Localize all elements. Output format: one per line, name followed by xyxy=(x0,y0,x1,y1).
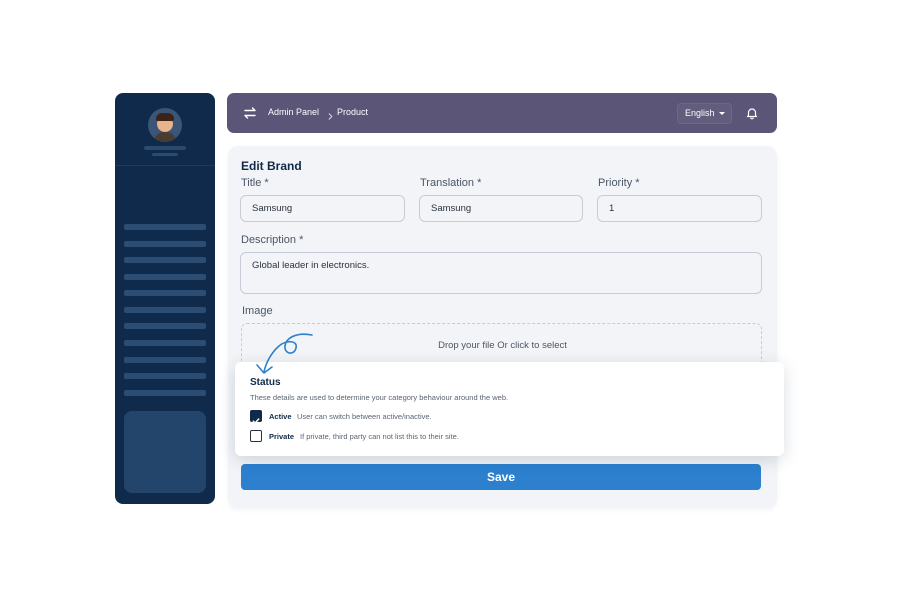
page-title: Edit Brand xyxy=(241,159,302,173)
sidebar-item[interactable] xyxy=(124,224,206,230)
breadcrumb-product[interactable]: Product xyxy=(337,107,368,118)
status-panel: Status These details are used to determi… xyxy=(235,362,784,456)
sidebar-item[interactable] xyxy=(124,323,206,329)
active-label: Active xyxy=(269,412,292,421)
sidebar-item[interactable] xyxy=(124,373,206,379)
image-label: Image xyxy=(242,305,273,317)
description-label: Description * xyxy=(241,234,304,246)
arrow-doodle-icon xyxy=(256,333,313,374)
sidebar-item[interactable] xyxy=(124,340,206,346)
sidebar-item[interactable] xyxy=(124,307,206,313)
sidebar-item[interactable] xyxy=(124,241,206,247)
language-select[interactable]: English xyxy=(677,103,732,124)
active-option[interactable]: Active User can switch between active/in… xyxy=(250,410,550,424)
check-icon xyxy=(252,412,260,424)
title-input[interactable]: Samsung xyxy=(240,195,405,222)
translation-label: Translation * xyxy=(420,177,482,189)
private-checkbox[interactable] xyxy=(250,430,262,442)
private-option[interactable]: Private If private, third party can not … xyxy=(250,430,550,443)
chevron-right-icon xyxy=(326,108,335,120)
top-header: Admin Panel Product English xyxy=(227,93,777,133)
bell-icon[interactable] xyxy=(745,106,759,120)
priority-label: Priority * xyxy=(598,177,640,189)
sidebar-item[interactable] xyxy=(124,357,206,363)
private-hint: If private, third party can not list thi… xyxy=(300,432,459,441)
user-name-placeholder xyxy=(144,146,186,150)
active-checkbox[interactable] xyxy=(250,410,262,424)
user-role-placeholder xyxy=(152,153,178,156)
app-window: Admin Panel Product English Edit Brand T… xyxy=(0,0,900,600)
sidebar-item[interactable] xyxy=(124,390,206,396)
sidebar-item[interactable] xyxy=(124,257,206,263)
save-button[interactable]: Save xyxy=(241,464,761,490)
translation-input[interactable]: Samsung xyxy=(419,195,583,222)
breadcrumb-admin-panel[interactable]: Admin Panel xyxy=(268,107,319,118)
sidebar xyxy=(115,93,215,504)
status-description: These details are used to determine your… xyxy=(250,393,509,402)
status-title: Status xyxy=(250,377,281,388)
swap-arrows-icon[interactable] xyxy=(242,105,258,121)
title-label: Title * xyxy=(241,177,269,189)
avatar[interactable] xyxy=(148,108,182,142)
sidebar-promo-card[interactable] xyxy=(124,411,206,493)
caret-down-icon xyxy=(719,112,725,115)
active-hint: User can switch between active/inactive. xyxy=(297,412,432,421)
language-label: English xyxy=(685,108,715,118)
priority-input[interactable]: 1 xyxy=(597,195,762,222)
sidebar-item[interactable] xyxy=(124,274,206,280)
dropzone-text: Drop your file Or click to select xyxy=(438,340,567,351)
description-textarea[interactable]: Global leader in electronics. xyxy=(240,252,762,294)
private-label: Private xyxy=(269,432,295,441)
sidebar-item[interactable] xyxy=(124,290,206,296)
sidebar-divider xyxy=(115,165,215,166)
